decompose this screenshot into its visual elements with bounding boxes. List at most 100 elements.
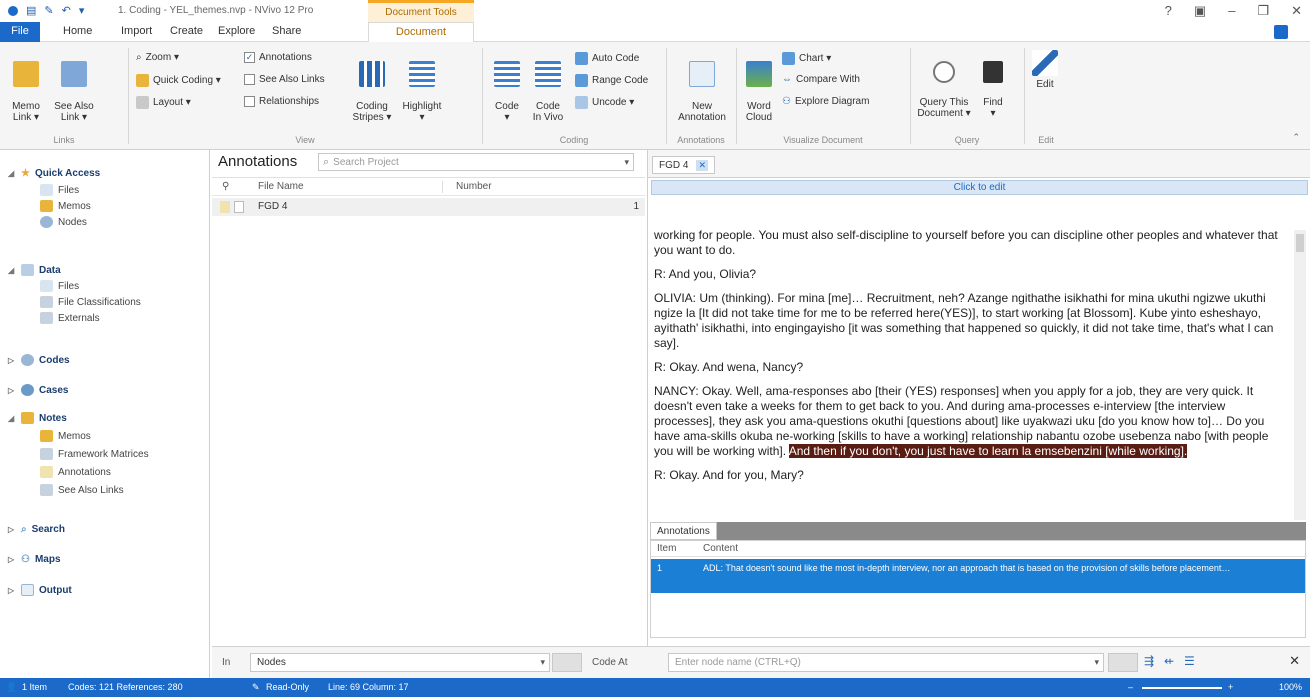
nav-cases[interactable]: ▷ Cases xyxy=(8,384,68,396)
ribbon-display-icon[interactable]: ▣ xyxy=(1194,3,1206,19)
zoom-out-icon[interactable]: – xyxy=(1128,682,1133,692)
relationships-checkbox[interactable]: Relationships xyxy=(244,96,319,107)
annotated-highlight[interactable]: And then if you don't, you just have to … xyxy=(788,444,1188,458)
see-also-link-button[interactable]: See Also Link ▾ xyxy=(52,50,96,123)
find-button[interactable]: Find ▾ xyxy=(978,50,1008,119)
nav-item-file-classifications[interactable]: File Classifications xyxy=(40,296,141,308)
new-annotation-button[interactable]: New Annotation xyxy=(672,50,732,123)
tab-document[interactable]: Document xyxy=(368,22,474,43)
group-separator xyxy=(1024,48,1025,144)
document-scrollbar[interactable] xyxy=(1294,230,1306,520)
nav-quick-access[interactable]: ◢ ★ Quick Access xyxy=(8,168,100,179)
uncode-button[interactable]: Uncode ▾ xyxy=(575,96,634,109)
click-to-edit-bar[interactable]: Click to edit xyxy=(651,180,1308,195)
tab-explore[interactable]: Explore xyxy=(218,25,255,37)
ribbon-extra-icon[interactable] xyxy=(1274,25,1288,39)
collapsed-arrow-icon: ▷ xyxy=(8,355,15,365)
code-in-vivo-icon xyxy=(535,61,561,87)
annotations-tab[interactable]: Annotations xyxy=(650,522,717,540)
zoom-slider[interactable] xyxy=(1142,687,1222,689)
nav-maps[interactable]: ▷ ⚇ Maps xyxy=(8,554,61,565)
binoculars-icon xyxy=(983,61,1003,83)
edit-button[interactable]: Edit xyxy=(1030,50,1060,90)
save-icon[interactable]: ▤ xyxy=(26,4,36,17)
group-edit-label: Edit xyxy=(1038,135,1054,145)
nav-item-framework-matrices[interactable]: Framework Matrices xyxy=(40,448,149,460)
tab-import[interactable]: Import xyxy=(121,25,152,37)
coding-stripes-button[interactable]: Coding Stripes ▾ xyxy=(350,50,394,123)
nav-item-annotations[interactable]: Annotations xyxy=(40,466,111,478)
quick-coding-button[interactable]: Quick Coding ▾ xyxy=(136,74,221,87)
code-button[interactable]: Code ▾ xyxy=(490,50,524,123)
nav-item-notes-memos[interactable]: Memos xyxy=(40,430,91,442)
in-dropdown[interactable]: Nodes ▾ xyxy=(250,653,550,672)
nav-output[interactable]: ▷ Output xyxy=(8,584,72,596)
nav-item-files[interactable]: Files xyxy=(40,184,79,196)
undo-icon[interactable]: ↶ xyxy=(62,4,71,17)
code-in-vivo-button[interactable]: Code In Vivo xyxy=(530,50,566,123)
doc-paragraph: working for people. You must also self-d… xyxy=(654,228,1278,257)
nav-data[interactable]: ◢ Data xyxy=(8,264,61,276)
close-coding-bar-icon[interactable]: ✕ xyxy=(1289,653,1300,669)
code-at-input[interactable]: Enter node name (CTRL+Q) ▾ xyxy=(668,653,1104,672)
explore-diagram-button[interactable]: ⚇ Explore Diagram xyxy=(782,96,869,107)
title-bar: ▤ ✎ ↶ ▾ 1. Coding - YEL_themes.nvp - NVi… xyxy=(0,0,1310,22)
see-also-links-checkbox[interactable]: See Also Links xyxy=(244,74,325,85)
edit-icon[interactable]: ✎ xyxy=(44,4,53,17)
column-number[interactable]: Number xyxy=(456,181,492,192)
nav-item-externals[interactable]: Externals xyxy=(40,312,100,324)
nav-search[interactable]: ▷ ⌕ Search xyxy=(8,524,65,535)
range-code-button[interactable]: Range Code xyxy=(575,74,648,87)
scrollbar-thumb[interactable] xyxy=(1296,234,1304,252)
memo-link-button[interactable]: Memo Link ▾ xyxy=(6,50,46,123)
diagram-icon: ⚇ xyxy=(782,96,791,107)
minimize-icon[interactable]: – xyxy=(1228,3,1235,19)
word-cloud-button[interactable]: Word Cloud xyxy=(742,50,776,123)
in-browse-button[interactable] xyxy=(552,653,582,672)
chevron-down-icon[interactable]: ▾ xyxy=(624,157,629,168)
collapse-ribbon-icon[interactable]: ⌃ xyxy=(1292,132,1300,143)
word-cloud-icon xyxy=(746,61,772,87)
table-row[interactable]: FGD 4 1 xyxy=(212,198,645,216)
annotation-row[interactable]: 1 ADL: That doesn't sound like the most … xyxy=(651,559,1305,593)
tab-fgd4[interactable]: FGD 4 ✕ xyxy=(652,156,715,174)
tab-file[interactable]: File xyxy=(0,22,40,42)
column-content[interactable]: Content xyxy=(703,543,738,554)
annotations-panel-tabbar: Annotations xyxy=(650,522,1306,540)
qat-more-icon[interactable]: ▾ xyxy=(79,4,85,17)
zoom-in-icon[interactable]: + xyxy=(1228,682,1233,692)
nav-item-see-also-links[interactable]: See Also Links xyxy=(40,484,124,496)
zoom-button[interactable]: ⌕ Zoom ▾ xyxy=(136,52,179,63)
tab-home[interactable]: Home xyxy=(63,25,92,37)
annotations-columns: Item Content xyxy=(651,541,1307,557)
tab-share[interactable]: Share xyxy=(272,25,301,37)
close-icon[interactable]: ✕ xyxy=(1291,3,1302,19)
auto-code-button[interactable]: Auto Code xyxy=(575,52,639,65)
node-list-icon[interactable]: ☰ xyxy=(1184,654,1195,668)
annotations-checkbox[interactable]: ✓ Annotations xyxy=(244,52,312,63)
highlight-button[interactable]: Highlight ▾ xyxy=(400,50,444,123)
code-at-browse-button[interactable] xyxy=(1108,653,1138,672)
layout-button[interactable]: Layout ▾ xyxy=(136,96,191,109)
column-item[interactable]: Item xyxy=(657,543,676,554)
document-text[interactable]: working for people. You must also self-d… xyxy=(654,228,1288,518)
nav-item-memos[interactable]: Memos xyxy=(40,200,91,212)
nav-notes[interactable]: ◢ Notes xyxy=(8,412,67,424)
nav-item-data-files[interactable]: Files xyxy=(40,280,79,292)
close-tab-icon[interactable]: ✕ xyxy=(696,159,708,171)
chart-button[interactable]: Chart ▾ xyxy=(782,52,831,65)
status-line-column: Line: 69 Column: 17 xyxy=(328,682,409,692)
uncode-selection-icon[interactable]: ⇷ xyxy=(1164,654,1174,668)
query-this-document-button[interactable]: Query This Document ▾ xyxy=(916,50,972,119)
code-selection-icon[interactable]: ⇶ xyxy=(1144,654,1154,668)
column-file-name[interactable]: File Name xyxy=(258,181,304,192)
help-icon[interactable]: ? xyxy=(1165,3,1172,19)
compare-with-button[interactable]: ⇔ Compare With xyxy=(782,74,860,85)
nav-item-nodes[interactable]: Nodes xyxy=(40,216,87,228)
chevron-down-icon: ▾ xyxy=(1094,657,1099,667)
search-project-box[interactable]: ⌕ Search Project ▾ xyxy=(318,153,634,171)
tab-create[interactable]: Create xyxy=(170,25,203,37)
maximize-icon[interactable]: ❐ xyxy=(1257,3,1269,19)
quick-coding-bar: In Nodes ▾ Code At Enter node name (CTRL… xyxy=(212,646,1310,678)
nav-codes[interactable]: ▷ Codes xyxy=(8,354,70,366)
